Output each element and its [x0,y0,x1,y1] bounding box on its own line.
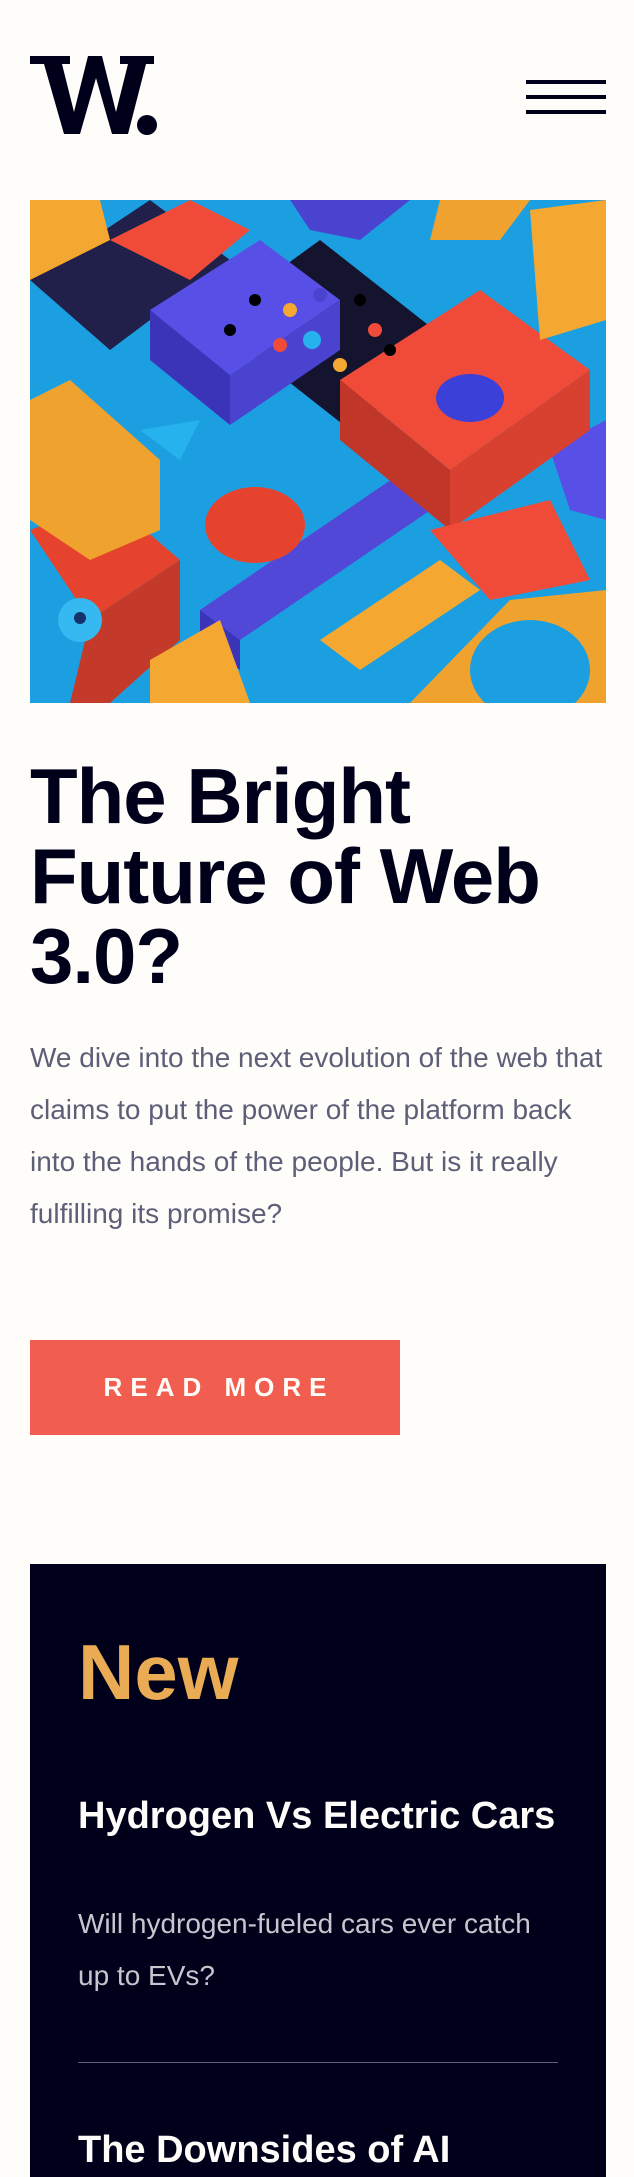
hero-title: The Bright Future of Web 3.0? [30,752,541,1000]
hamburger-menu-icon[interactable] [526,80,606,114]
news-item-title[interactable]: The Downsides of AI [78,2126,558,2174]
abstract-3d-shapes-image [30,200,606,703]
site-logo[interactable] [30,54,160,136]
w-logo-icon [30,56,157,135]
hero-image [30,200,606,703]
news-divider [78,2062,558,2063]
new-section-heading: New [78,1628,239,1716]
hero-description: We dive into the next evolution of the w… [30,1042,603,1229]
new-articles-panel: New Hydrogen Vs Electric Cars Will hydro… [30,1564,606,2177]
news-item-description: Will hydrogen-fueled cars ever catch up … [78,1908,531,1991]
read-more-button[interactable]: READ MORE [30,1340,400,1435]
news-item-title[interactable]: Hydrogen Vs Electric Cars [78,1792,558,1840]
site-header [30,54,606,136]
